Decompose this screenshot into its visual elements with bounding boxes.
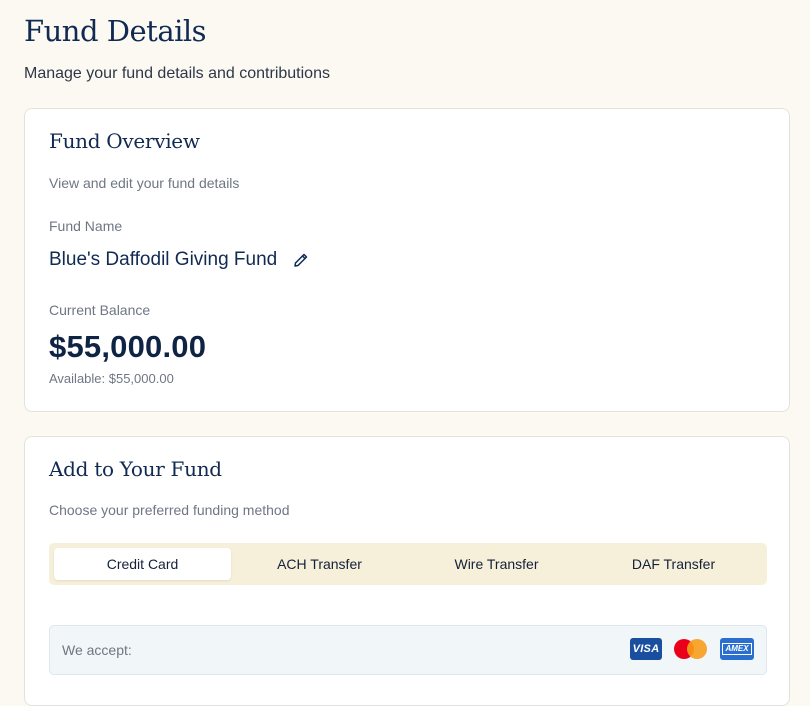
tab-credit-card[interactable]: Credit Card: [54, 548, 231, 580]
fund-name-row: Blue's Daffodil Giving Fund: [49, 249, 311, 271]
amex-label: AMEX: [722, 643, 752, 655]
available-balance: Available: $55,000.00: [49, 371, 174, 386]
edit-fund-name-button[interactable]: [291, 250, 311, 270]
funding-method-tabs: Credit Card ACH Transfer Wire Transfer D…: [49, 543, 767, 585]
tab-wire-transfer[interactable]: Wire Transfer: [408, 548, 585, 580]
add-to-fund-subtitle: Choose your preferred funding method: [49, 502, 290, 518]
page: Fund Details Manage your fund details an…: [0, 0, 810, 706]
card-brand-icons: VISA AMEX: [630, 638, 754, 660]
page-subtitle: Manage your fund details and contributio…: [24, 65, 330, 82]
current-balance: $55,000.00: [49, 329, 207, 364]
tab-daf-transfer[interactable]: DAF Transfer: [585, 548, 762, 580]
add-to-fund-card: Add to Your Fund Choose your preferred f…: [24, 436, 790, 706]
balance-label: Current Balance: [49, 302, 151, 318]
fund-overview-title: Fund Overview: [49, 129, 200, 153]
accepted-cards-box: We accept: VISA AMEX: [49, 625, 767, 675]
fund-name: Blue's Daffodil Giving Fund: [49, 249, 278, 270]
page-title: Fund Details: [24, 14, 207, 48]
add-to-fund-title: Add to Your Fund: [49, 457, 222, 481]
we-accept-label: We accept:: [62, 642, 132, 658]
amex-icon: AMEX: [720, 638, 754, 660]
mastercard-icon: [674, 638, 708, 660]
pencil-icon: [294, 253, 308, 267]
fund-overview-subtitle: View and edit your fund details: [49, 175, 240, 191]
fund-overview-card: Fund Overview View and edit your fund de…: [24, 108, 790, 412]
fund-name-label: Fund Name: [49, 218, 123, 234]
tab-ach-transfer[interactable]: ACH Transfer: [231, 548, 408, 580]
visa-icon: VISA: [630, 638, 662, 660]
mastercard-orange-circle: [687, 639, 707, 659]
